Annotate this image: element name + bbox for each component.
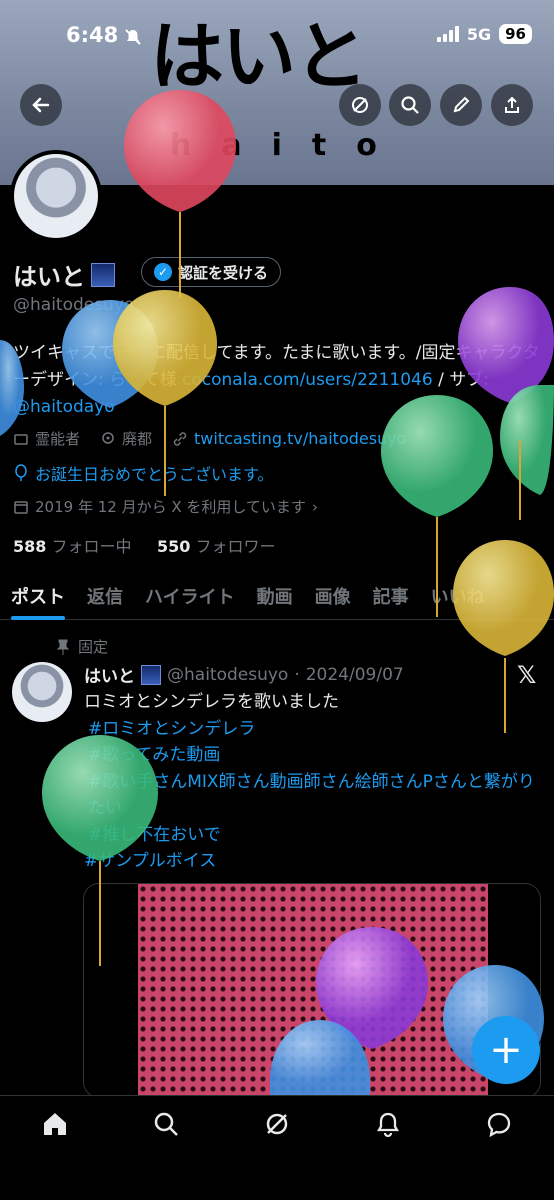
mute-bell-icon [123, 27, 143, 51]
edit-button[interactable] [440, 84, 482, 126]
status-indicators: 5G 96 [436, 24, 532, 44]
plus-icon: + [489, 1027, 523, 1073]
profile-location: 廃都 [122, 430, 153, 448]
tab-likes[interactable]: いいね [420, 572, 496, 620]
profile-tabs: ポスト 返信 ハイライト 動画 画像 記事 いいね [0, 572, 554, 620]
location-icon [102, 431, 114, 444]
following-link[interactable]: 588 フォロー中 [13, 537, 132, 556]
back-arrow-icon [32, 97, 50, 113]
post-author-handle: @haitodesuyo [167, 664, 289, 685]
birthday-row: お誕生日おめでとうございます。 [13, 461, 273, 485]
balloon-icon [15, 464, 27, 481]
post-media[interactable] [83, 883, 541, 1098]
bottom-navigation [0, 1095, 554, 1200]
birthday-message: お誕生日おめでとうございます。 [35, 465, 274, 484]
tab-replies[interactable]: 返信 [76, 572, 134, 620]
home-icon [44, 1113, 67, 1135]
pinned-label-row: 固定 [56, 636, 108, 657]
post-body: ロミオとシンデレラを歌いました #ロミオとシンデレラ #歌ってみた動画 #歌い手… [84, 689, 544, 875]
compose-post-button[interactable]: + [472, 1016, 540, 1084]
following-count: 588 [13, 537, 47, 556]
hashtag[interactable]: #歌ってみた動画 [84, 742, 544, 769]
hashtag[interactable]: #サンプルボイス [84, 848, 544, 875]
bio-link-sub-account[interactable]: @haitodayo [13, 397, 115, 417]
profile-avatar[interactable] [10, 150, 102, 242]
nav-home[interactable] [37, 1110, 73, 1146]
nav-grok[interactable] [259, 1110, 295, 1146]
share-button[interactable] [491, 84, 533, 126]
grok-icon [352, 97, 368, 113]
verified-check-icon: ✓ [154, 263, 172, 281]
post-author-name[interactable]: はいと [84, 662, 135, 687]
nav-search[interactable] [148, 1110, 184, 1146]
post-header: はいと @haitodesuyo · 2024/09/07 [84, 662, 404, 687]
bio-separator: / サブ: [432, 370, 489, 390]
profile-name: はいと [13, 257, 115, 292]
pinned-label: 固定 [78, 638, 109, 656]
briefcase-icon [14, 433, 28, 445]
signal-icon [436, 26, 459, 42]
hashtag[interactable]: #推し不在おいで [84, 822, 544, 849]
profile-bio: ツイキャスで日曜に配信してます。たまに歌います。/固定キャラクターデザイン: ら… [13, 340, 541, 421]
bell-icon [376, 1112, 399, 1138]
hashtag[interactable]: #ロミオとシンデレラ [84, 716, 544, 743]
search-icon [154, 1112, 179, 1136]
video-thumbnail[interactable] [138, 884, 488, 1097]
battery-indicator: 96 [499, 24, 532, 44]
share-icon [505, 96, 519, 113]
nav-notifications[interactable] [370, 1110, 406, 1146]
network-label: 5G [466, 24, 492, 44]
post-date: 2024/09/07 [305, 664, 404, 685]
pin-icon [56, 639, 70, 655]
get-verified-button[interactable]: ✓ 認証を受ける [141, 257, 282, 287]
tab-posts[interactable]: ポスト [0, 572, 76, 620]
nav-messages[interactable] [481, 1110, 517, 1146]
follow-stats: 588 フォロー中 550 フォロワー [13, 533, 275, 557]
calendar-icon [14, 500, 28, 514]
post-dot-separator: · [294, 664, 300, 685]
back-button[interactable] [20, 84, 62, 126]
grok-icon [266, 1113, 288, 1135]
profile-name-text: はいと [13, 263, 85, 291]
banner-logo: はいと [150, 14, 368, 100]
chevron-right-icon: › [311, 497, 318, 516]
tab-articles[interactable]: 記事 [362, 572, 420, 620]
link-icon [173, 431, 187, 446]
search-button[interactable] [389, 84, 431, 126]
hashtag[interactable]: #歌い手さんMIX師さん動画師さん絵師さんPさんと繋がりたい [84, 769, 544, 822]
followers-count: 550 [156, 537, 191, 556]
chat-bubble-icon [487, 1112, 510, 1138]
post-avatar[interactable] [12, 662, 72, 722]
get-verified-label: 認証を受ける [178, 263, 269, 282]
tab-photos[interactable]: 画像 [304, 572, 362, 620]
x-logo-icon[interactable]: 𝕏 [517, 661, 536, 689]
pencil-icon [453, 96, 470, 113]
joined-row[interactable]: 2019 年 12 月から X を利用しています › [13, 496, 318, 517]
profile-meta: 霊能者 廃都 twitcasting.tv/haitodesuyo [13, 428, 406, 449]
night-castle-emoji-icon [141, 664, 161, 685]
night-castle-emoji-icon [91, 262, 115, 287]
profile-website-link[interactable]: twitcasting.tv/haitodesuyo [194, 429, 406, 448]
followers-link[interactable]: 550 フォロワー [157, 537, 276, 556]
profile-category: 霊能者 [35, 430, 81, 448]
following-label: フォロー中 [51, 537, 132, 556]
profile-handle: @haitodesuyo [13, 295, 135, 315]
banner-logo-sub: haito [170, 128, 407, 163]
status-time: 6:48 [66, 23, 119, 47]
followers-label: フォロワー [195, 537, 276, 556]
search-icon [401, 96, 419, 114]
tab-videos[interactable]: 動画 [246, 572, 304, 620]
post-text: ロミオとシンデレラを歌いました [84, 692, 339, 712]
bio-link-coconala[interactable]: coconala.com/users/2211046 [182, 370, 433, 390]
tab-highlights[interactable]: ハイライト [134, 572, 246, 620]
grok-button[interactable] [339, 84, 381, 126]
joined-date: 2019 年 12 月から X を利用しています [35, 498, 306, 516]
